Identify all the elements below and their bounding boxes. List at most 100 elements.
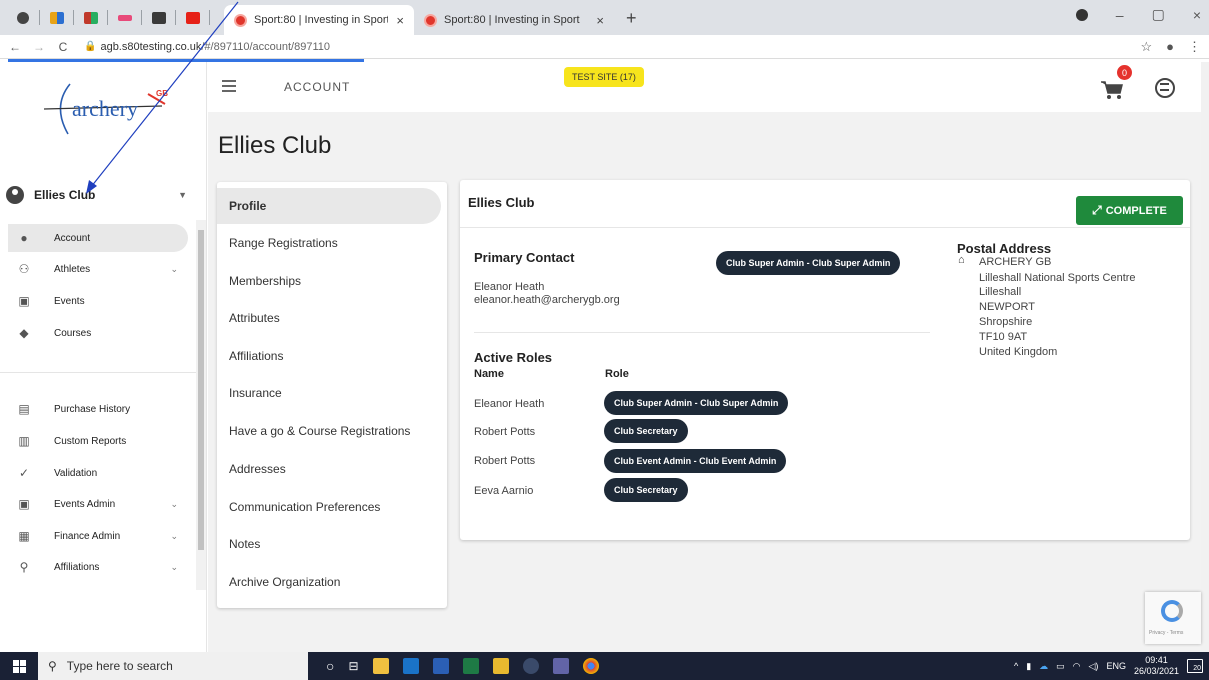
subnav-item-notes[interactable]: Notes	[217, 526, 441, 562]
clock[interactable]: 09:41 26/03/2021	[1134, 655, 1179, 677]
subnav-item-archive-organization[interactable]: Archive Organization	[217, 564, 441, 600]
task-view-icon[interactable]: ⊟	[348, 659, 358, 673]
more-menu-icon[interactable]: ⋮	[1188, 39, 1201, 55]
sidebar-item-validation[interactable]: ✓ Validation	[8, 459, 188, 487]
volume-icon[interactable]: ◁)	[1089, 661, 1099, 672]
sidebar-item-custom-reports[interactable]: ▥ Custom Reports	[8, 427, 188, 455]
reports-icon: ▥	[18, 434, 30, 448]
pinned-tab[interactable]	[176, 0, 210, 35]
hamburger-menu-icon[interactable]	[222, 80, 236, 92]
window-controls: – ▢ ×	[1075, 6, 1201, 23]
app-icon	[84, 11, 98, 24]
word-icon[interactable]	[432, 658, 449, 674]
sidebar-item-courses[interactable]: ◆ Courses	[8, 319, 188, 347]
url-field[interactable]: agb.s80testing.co.uk/#/897110/account/89…	[100, 41, 330, 53]
tray-chevron-icon[interactable]: ^	[1014, 661, 1018, 671]
file-explorer-icon[interactable]	[372, 658, 389, 674]
start-button[interactable]	[0, 652, 38, 680]
wifi-icon[interactable]: ◠	[1073, 661, 1081, 672]
sidebar-item-athletes[interactable]: ⚇ Athletes ⌄	[8, 255, 188, 283]
subnav-item-attributes[interactable]: Attributes	[217, 300, 441, 336]
star-icon[interactable]: ☆	[1140, 39, 1152, 55]
reload-icon[interactable]: C	[54, 40, 72, 54]
column-header-role: Role	[605, 368, 629, 380]
sidebar-item-purchase-history[interactable]: ▤ Purchase History	[8, 395, 188, 423]
logo-sup: GB	[156, 89, 168, 98]
sidebar-item-label: Events	[54, 295, 85, 307]
pinned-tab[interactable]	[6, 0, 40, 35]
club-name: Ellies Club	[34, 188, 96, 202]
subnav-item-insurance[interactable]: Insurance	[217, 375, 441, 411]
tab-close-icon[interactable]: ×	[596, 13, 604, 28]
sidebar-item-affiliations[interactable]: ⚲ Affiliations ⌄	[8, 553, 188, 581]
chrome-icon[interactable]	[582, 658, 599, 674]
language-indicator[interactable]: ENG	[1106, 661, 1126, 671]
subnav-item-have-a-go[interactable]: Have a go & Course Registrations	[217, 413, 441, 449]
subnav-item-range-registrations[interactable]: Range Registrations	[217, 225, 441, 261]
pinned-tab[interactable]	[142, 0, 176, 35]
user-account-icon[interactable]	[1155, 78, 1175, 98]
sidebar-item-finance-admin[interactable]: ▦ Finance Admin ⌄	[8, 522, 188, 550]
recaptcha-links[interactable]: Privacy - Terms	[1149, 630, 1183, 636]
address-bar: ← → C 🔒 agb.s80testing.co.uk/#/897110/ac…	[0, 35, 1209, 59]
account-circle-icon[interactable]: ●	[1166, 39, 1174, 55]
address-line: Lilleshall	[979, 286, 1022, 298]
app-icon[interactable]	[522, 658, 539, 674]
tray-app-icon[interactable]: ▮	[1026, 661, 1031, 672]
sidebar-item-label: Finance Admin	[54, 530, 121, 542]
shopping-cart-icon[interactable]	[1100, 80, 1124, 100]
sidebar-item-events-admin[interactable]: ▣ Events Admin ⌄	[8, 490, 188, 518]
forward-icon[interactable]: →	[30, 40, 48, 54]
subnav-item-addresses[interactable]: Addresses	[217, 451, 441, 487]
browser-tab[interactable]: Sport:80 | Investing in Sport ×	[414, 5, 614, 35]
address-line: ARCHERY GB	[979, 256, 1052, 268]
subnav-item-profile[interactable]: Profile	[217, 188, 441, 224]
tab-close-icon[interactable]: ×	[396, 13, 404, 28]
teams-icon[interactable]	[552, 658, 569, 674]
notification-center-icon[interactable]: 20	[1187, 659, 1203, 673]
maximize-button[interactable]: ▢	[1152, 6, 1165, 23]
address-line: TF10 9AT	[979, 331, 1028, 343]
subnav-item-communication-preferences[interactable]: Communication Preferences	[217, 489, 441, 525]
finance-icon: ▦	[18, 529, 30, 543]
excel-icon[interactable]	[462, 658, 479, 674]
sidebar-item-account[interactable]: ● Account	[8, 224, 188, 252]
battery-icon[interactable]: ▭	[1056, 661, 1065, 672]
taskbar-search[interactable]: ⚲ Type here to search	[38, 652, 308, 680]
club-selector[interactable]: Ellies Club ▼	[0, 180, 195, 210]
sidebar-item-label: Events Admin	[54, 498, 116, 510]
address-line: Lilleshall National Sports Centre	[979, 272, 1136, 284]
close-window-button[interactable]: ×	[1193, 7, 1201, 23]
role-row-name: Robert Potts	[474, 455, 536, 467]
cortana-icon[interactable]: ○	[326, 658, 334, 674]
complete-button[interactable]: ⤢ COMPLETE	[1076, 196, 1183, 225]
onedrive-icon[interactable]: ☁	[1039, 661, 1048, 672]
tab-title: Sport:80 | Investing in Sport	[444, 14, 580, 26]
divider	[460, 227, 1190, 228]
subnav-item-memberships[interactable]: Memberships	[217, 263, 441, 299]
back-icon[interactable]: ←	[6, 40, 24, 54]
sidebar-item-events[interactable]: ▣ Events	[8, 287, 188, 315]
clock-date: 26/03/2021	[1133, 666, 1179, 676]
page-scrollbar[interactable]	[1201, 62, 1209, 652]
lock-icon[interactable]: 🔒	[84, 41, 96, 52]
home-icon: ⌂	[958, 254, 965, 266]
subnav-item-affiliations[interactable]: Affiliations	[217, 338, 441, 374]
pinned-tab[interactable]	[74, 0, 108, 35]
recaptcha-badge[interactable]: Privacy - Terms	[1145, 592, 1201, 644]
pinned-tab[interactable]	[108, 0, 142, 35]
profile-icon[interactable]	[1075, 8, 1088, 21]
role-badge: Club Secretary	[604, 419, 688, 443]
pinned-tab[interactable]	[40, 0, 74, 35]
new-tab-button[interactable]: +	[626, 8, 637, 29]
expand-icon: ⤢	[1092, 203, 1102, 217]
url-host: agb.s80testing.co.uk	[100, 40, 202, 53]
browser-tab[interactable]: Sport:80 | Investing in Sport ×	[224, 5, 414, 35]
browser-tab-bar: Sport:80 | Investing in Sport × Sport:80…	[0, 0, 1209, 35]
outlook-icon[interactable]	[402, 658, 419, 674]
app-icon[interactable]	[492, 658, 509, 674]
archery-gb-logo[interactable]: archery GB	[40, 76, 180, 136]
app-icon	[118, 14, 132, 21]
scrollbar-thumb[interactable]	[198, 230, 204, 550]
minimize-button[interactable]: –	[1116, 7, 1124, 23]
